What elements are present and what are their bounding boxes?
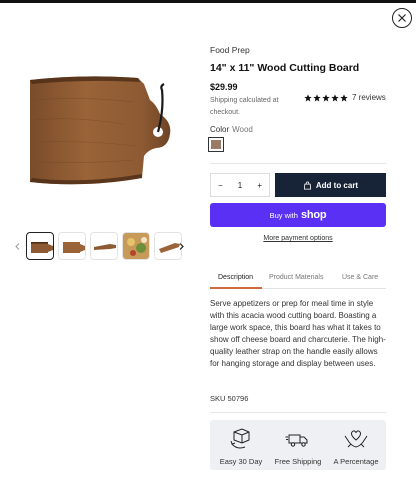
truck-icon [285,434,308,447]
quantity-plus-button[interactable]: + [257,181,262,190]
tab-product-materials[interactable]: Product Materials [269,274,323,281]
close-icon [398,14,406,22]
feature-shipping-label: Free Shipping [274,457,322,466]
chevron-left-icon [14,242,19,250]
product-category: Food Prep [210,45,250,55]
shop-logo: shop [300,209,327,221]
thumb-prev-button[interactable] [12,239,22,253]
thumbnail-2[interactable] [58,232,86,260]
quantity-minus-button[interactable]: − [218,181,223,190]
product-sku: SKU 50796 [210,394,249,403]
feature-charity-label: A Percentage [333,457,379,466]
star-icon [304,93,312,101]
chevron-right-icon [179,242,184,250]
star-icon [340,93,348,101]
reviews-link[interactable]: 7 reviews [352,93,386,102]
star-icon [331,93,339,101]
color-label: Color [210,125,230,134]
feature-charity: A Percentage [327,420,385,470]
divider [210,412,386,413]
star-icon [322,93,330,101]
product-description: Serve appetizers or prep for meal time i… [210,299,386,369]
thumbnail-strip [12,230,190,262]
box-return-icon [230,428,250,449]
features-panel: Easy 30 Day Free Shipping A Percentage [210,420,386,470]
star-rating [304,93,348,102]
add-to-cart-button[interactable]: Add to cart [275,173,386,197]
thumbnail-3[interactable] [90,232,118,260]
product-tabs: Description Product Materials Use & Care [210,271,386,289]
quantity-value[interactable]: 1 [238,181,242,190]
feature-returns: Easy 30 Day [212,420,270,470]
thumbnail-4[interactable] [122,232,150,260]
more-payment-options-link[interactable]: More payment options [210,235,386,242]
star-icon [313,93,321,101]
heart-hands-icon [344,430,368,448]
tab-use-care[interactable]: Use & Care [342,274,378,281]
shipping-note: Shipping calculated at checkout. [210,97,279,116]
shop-pay-button[interactable]: Buy with shop [210,203,386,227]
shopping-bag-icon [303,180,311,190]
product-price: $29.99 [210,82,238,92]
close-button[interactable] [392,8,412,28]
tab-description[interactable]: Description [218,274,253,281]
thumb-next-button[interactable] [176,239,186,253]
color-swatch-wood[interactable] [208,137,224,152]
top-bar [0,0,416,3]
divider [210,163,386,164]
active-tab-indicator [210,287,262,289]
add-to-cart-label: Add to cart [315,180,359,190]
buy-with-label: Buy with [269,210,298,220]
color-row: Color Wood [210,125,253,134]
color-value: Wood [232,125,253,134]
main-product-image[interactable] [24,70,174,192]
rating[interactable]: 7 reviews [304,93,386,102]
quantity-stepper[interactable]: − 1 + [210,173,270,197]
product-title: 14" x 11" Wood Cutting Board [210,62,360,74]
feature-shipping: Free Shipping [269,420,327,470]
thumbnail-1[interactable] [26,232,54,260]
